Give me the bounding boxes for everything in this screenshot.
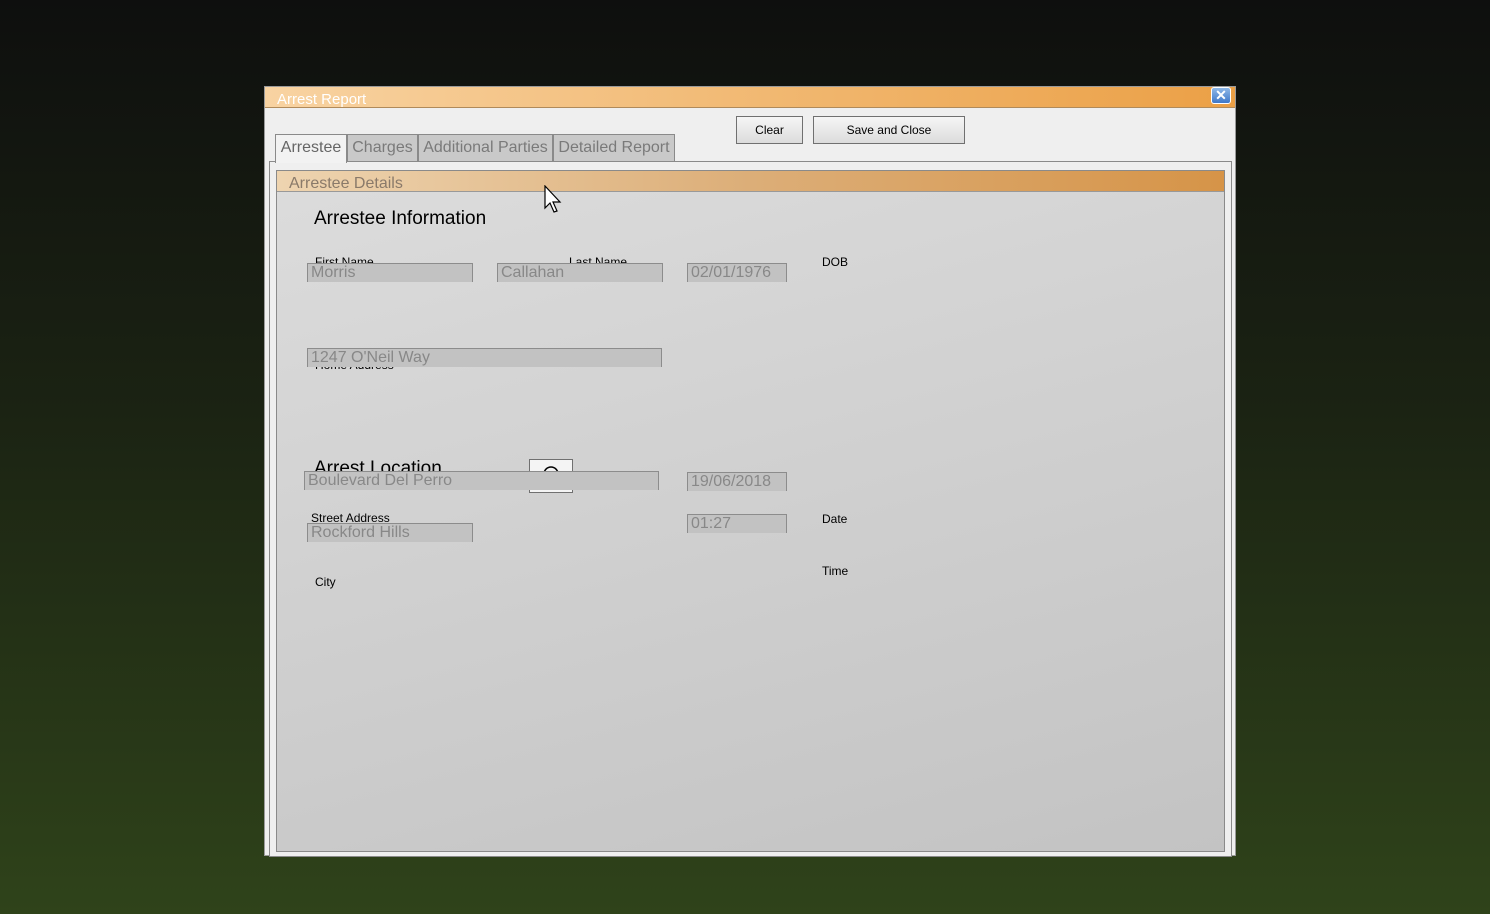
date-input[interactable]: 19/06/2018 [687,472,787,491]
time-label: Time [822,564,849,578]
arrestee-information-heading: Arrestee Information [314,208,487,229]
clear-button[interactable]: Clear [736,116,803,144]
mouse-cursor-icon [544,185,562,213]
city-input[interactable]: Rockford Hills [307,523,473,542]
street-address-input[interactable]: Boulevard Del Perro [304,471,659,490]
last-name-input[interactable]: Callahan [497,263,663,282]
dob-input[interactable]: 02/01/1976 [687,263,787,282]
close-icon[interactable]: ✕ [1211,87,1231,104]
dob-label: DOB [822,255,849,269]
tab-arrestee[interactable]: Arrestee [275,134,347,163]
first-name-input[interactable]: Morris [307,263,473,282]
arrest-report-window: Arrest Report ✕ Clear Save and Close Arr… [264,86,1236,857]
city-label: City [315,575,336,589]
group-header: Arrestee Details [277,171,1224,192]
time-input[interactable]: 01:27 [687,514,787,533]
window-title: Arrest Report [277,91,367,108]
title-bar[interactable]: Arrest Report ✕ [265,87,1235,108]
date-label: Date [822,512,848,526]
tab-additional-parties[interactable]: Additional Parties [418,134,553,161]
group-title: Arrestee Details [289,175,403,192]
save-and-close-button[interactable]: Save and Close [813,116,965,144]
arrestee-details-group: Arrestee Details Arrestee Information Fi… [276,170,1225,852]
tab-charges[interactable]: Charges [347,134,418,161]
tab-detailed-report[interactable]: Detailed Report [553,134,675,161]
home-address-input[interactable]: 1247 O'Neil Way [307,348,662,367]
